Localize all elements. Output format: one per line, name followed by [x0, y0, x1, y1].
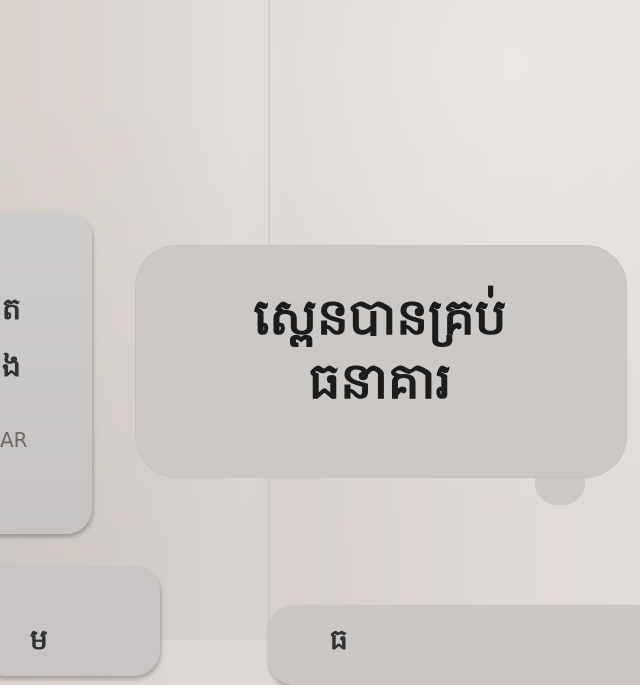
- speech-bubble-line1: ស្ពេនបាន​គ្រប់: [253, 288, 507, 346]
- bottom-right-sign-panel: [268, 605, 640, 685]
- speech-bubble-line2: ធនាគារ: [308, 352, 452, 410]
- bottom-right-sign-text: ធ: [330, 623, 348, 656]
- left-sign-text-line2: ង: [2, 349, 22, 384]
- bottom-left-sign-text: ម: [30, 623, 48, 656]
- speech-bubble-text: ស្ពេនបាន​គ្រប់ ធនាគារ: [150, 285, 610, 413]
- left-sign-small-text: AR: [0, 428, 28, 452]
- bottom-left-sign-panel: [0, 566, 160, 676]
- left-sign-text-line1: ត: [2, 292, 22, 327]
